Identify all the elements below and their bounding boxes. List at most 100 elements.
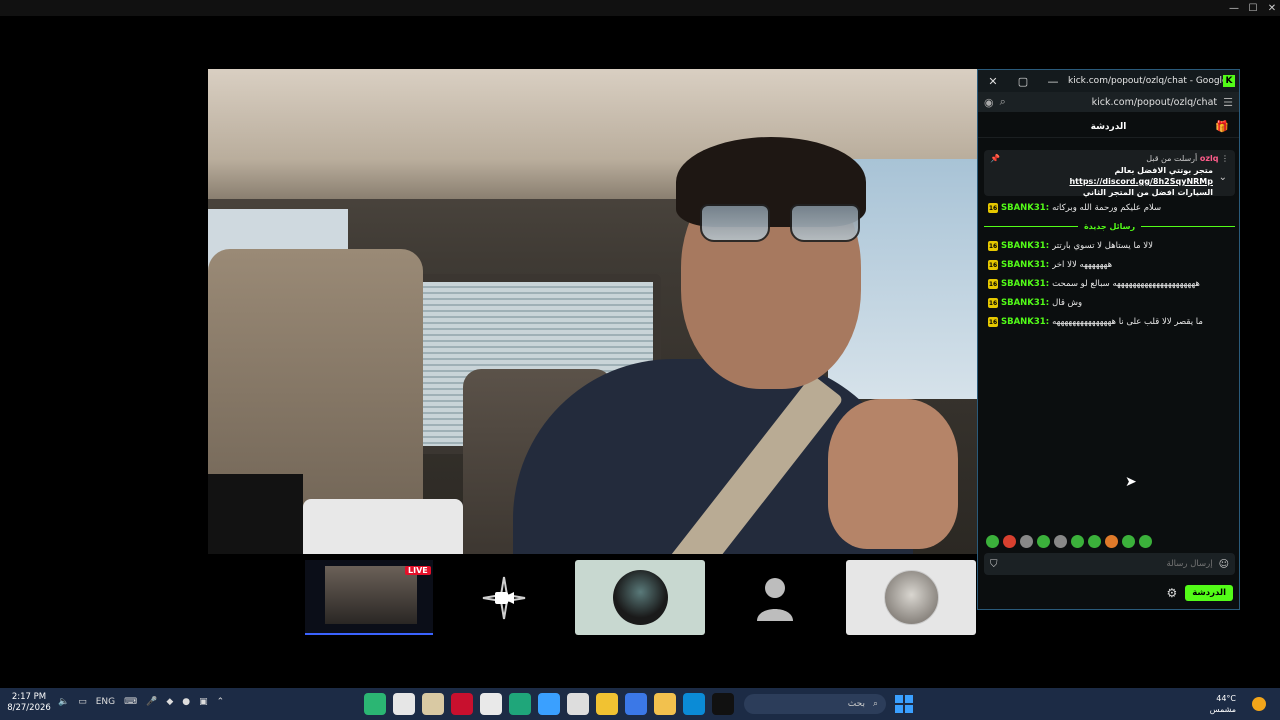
taskbar-apps <box>364 693 734 715</box>
participant-tile-avatar[interactable] <box>575 560 705 635</box>
zoom-icon[interactable]: ⌕ <box>1000 95 1006 109</box>
security-icon[interactable]: ▣ <box>199 697 208 707</box>
participant-tile-screen[interactable]: LIVE <box>305 560 433 635</box>
chat-username[interactable]: SBANK31: <box>1001 241 1049 251</box>
emote-icon[interactable] <box>1105 534 1118 548</box>
settings-sliders-icon[interactable]: ☰ <box>1223 96 1233 109</box>
more-options-icon[interactable]: ⋮ <box>1221 154 1229 163</box>
person-hand <box>828 399 958 549</box>
app-icon[interactable] <box>422 693 444 715</box>
participant-tile-camera[interactable] <box>470 560 538 635</box>
chat-message-text: هههههههه لالا اخر <box>1052 260 1113 270</box>
chat-username[interactable]: SBANK31: <box>1001 203 1049 213</box>
chevron-up-icon[interactable]: ⌃ <box>217 697 225 707</box>
chat-minimize-button[interactable]: — <box>1038 75 1068 88</box>
chat-message-input[interactable] <box>997 559 1219 569</box>
participant-tile-avatar[interactable] <box>846 560 976 635</box>
kick-logo-icon: K <box>1223 75 1235 87</box>
app-icon[interactable] <box>596 693 618 715</box>
app-icon[interactable] <box>393 693 415 715</box>
gift-icon[interactable]: 🎁 <box>1215 120 1229 133</box>
chat-maximize-button[interactable]: ▢ <box>1008 75 1038 88</box>
app-icon[interactable] <box>567 693 589 715</box>
chat-input-box: ⛉ ☺ <box>984 553 1235 575</box>
close-button[interactable]: ✕ <box>1262 0 1280 16</box>
new-messages-divider: رسائل جديدة <box>984 220 1236 232</box>
main-video-feed[interactable] <box>208 69 978 554</box>
emote-icon[interactable] <box>1071 534 1084 548</box>
chevron-down-icon[interactable]: ⌄ <box>1219 172 1227 183</box>
emote-icon[interactable] <box>1003 534 1016 548</box>
pinned-message[interactable]: 📌 أرسلت من قبل ozlq ⋮ متجر بوتتي الافضل … <box>984 150 1235 197</box>
chat-send-button[interactable]: الدردشة <box>1185 585 1233 601</box>
emote-icon[interactable] <box>1054 534 1067 548</box>
gear-icon[interactable]: ⚙ <box>1166 586 1177 600</box>
new-messages-label: رسائل جديدة <box>1083 221 1136 231</box>
sunglasses <box>700 204 860 242</box>
app-icon[interactable] <box>451 693 473 715</box>
language-indicator[interactable]: ENG <box>96 697 115 707</box>
taskbar-search[interactable]: بحث ⌕ <box>744 694 886 714</box>
keyboard-icon[interactable]: ⌨ <box>124 697 137 707</box>
clock[interactable]: 2:17 PM 8/27/2026 <box>6 692 52 714</box>
emote-icon[interactable] <box>1020 534 1033 548</box>
volume-icon[interactable]: 🔈 <box>58 697 69 707</box>
pinned-link[interactable]: https://discord.gg/8h2SqyNRMp <box>1069 177 1213 186</box>
store-icon[interactable] <box>538 693 560 715</box>
calculator-icon[interactable] <box>480 693 502 715</box>
lens <box>700 204 770 242</box>
search-placeholder: بحث <box>847 699 865 709</box>
maximize-button[interactable]: ☐ <box>1243 0 1263 16</box>
participant-tile-default[interactable] <box>740 560 810 635</box>
edge-icon[interactable] <box>683 693 705 715</box>
chrome-icon[interactable] <box>625 693 647 715</box>
network-icon[interactable]: ● <box>182 697 190 707</box>
chat-message-text: لالا ما يستاهل لا تسوي بارتتر <box>1052 241 1154 251</box>
minimize-button[interactable]: — <box>1224 0 1244 16</box>
app-icon[interactable] <box>364 693 386 715</box>
pin-icon[interactable]: 📌 <box>990 154 1000 163</box>
app-tray-icon[interactable]: ◆ <box>166 697 173 707</box>
weather-widget[interactable]: 44°C مشمس <box>1210 693 1236 715</box>
weather-temp: 44°C <box>1216 694 1236 703</box>
emote-icon[interactable] <box>1037 534 1050 548</box>
eye-off-icon[interactable]: ◉ <box>984 96 994 109</box>
chat-url[interactable]: kick.com/popout/ozlq/chat <box>1012 97 1223 108</box>
subscriber-badge-icon: 16 <box>988 298 998 308</box>
chat-window-title: kick.com/popout/ozlq/chat - Google Chr..… <box>1068 76 1223 86</box>
chat-titlebar: ✕ ▢ — kick.com/popout/ozlq/chat - Google… <box>978 70 1239 92</box>
desktop: — ☐ ✕ LIVE ✕ ▢ — kick.com/popout/ozlq/ch… <box>0 0 1280 720</box>
file-explorer-icon[interactable] <box>654 693 676 715</box>
pinned-username[interactable]: ozlq <box>1200 154 1219 163</box>
sun-icon <box>1252 697 1266 711</box>
chat-message-text: سلام عليكم ورحمة الله وبركاته <box>1052 203 1162 213</box>
app-icon[interactable] <box>509 693 531 715</box>
microphone-icon[interactable]: 🎤 <box>146 697 157 707</box>
chat-username[interactable]: SBANK31: <box>1001 317 1049 327</box>
subscriber-badge-icon: 16 <box>988 317 998 327</box>
chat-username[interactable]: SBANK31: <box>1001 279 1049 289</box>
avatar <box>612 570 668 625</box>
chat-username[interactable]: SBANK31: <box>1001 298 1049 308</box>
chat-close-button[interactable]: ✕ <box>978 75 1008 88</box>
chat-message-text: هههههههههههههههههههههه سبالع لو سمحت <box>1052 279 1200 289</box>
emote-icon[interactable] <box>1088 534 1101 548</box>
chat-header: الدردشة 🎁 <box>978 116 1239 138</box>
shield-icon[interactable]: ⛉ <box>990 559 998 570</box>
chat-footer: ⚙ الدردشة <box>978 582 1239 604</box>
subscriber-badge-icon: 16 <box>988 203 998 213</box>
display-icon[interactable]: ▭ <box>78 697 87 707</box>
emoji-icon[interactable]: ☺ <box>1219 559 1229 570</box>
emote-icon[interactable] <box>1122 534 1135 548</box>
start-button-icon[interactable] <box>895 695 913 713</box>
pinned-line1: متجر بوتتي الافضل بعالم <box>1114 166 1213 175</box>
emote-icon[interactable] <box>986 534 999 548</box>
chat-url-bar: ◉ ⌕ kick.com/popout/ozlq/chat ☰ <box>978 92 1239 112</box>
emote-icon[interactable] <box>1139 534 1152 548</box>
app-icon[interactable] <box>712 693 734 715</box>
pinned-line2: السيارات افضل من المتجر الثاني <box>1082 188 1213 197</box>
chat-username[interactable]: SBANK31: <box>1001 260 1049 270</box>
bag <box>208 474 303 554</box>
user-icon <box>757 577 793 621</box>
chat-message: 16 SBANK31: هههههههه لالا اخر <box>988 258 1233 272</box>
